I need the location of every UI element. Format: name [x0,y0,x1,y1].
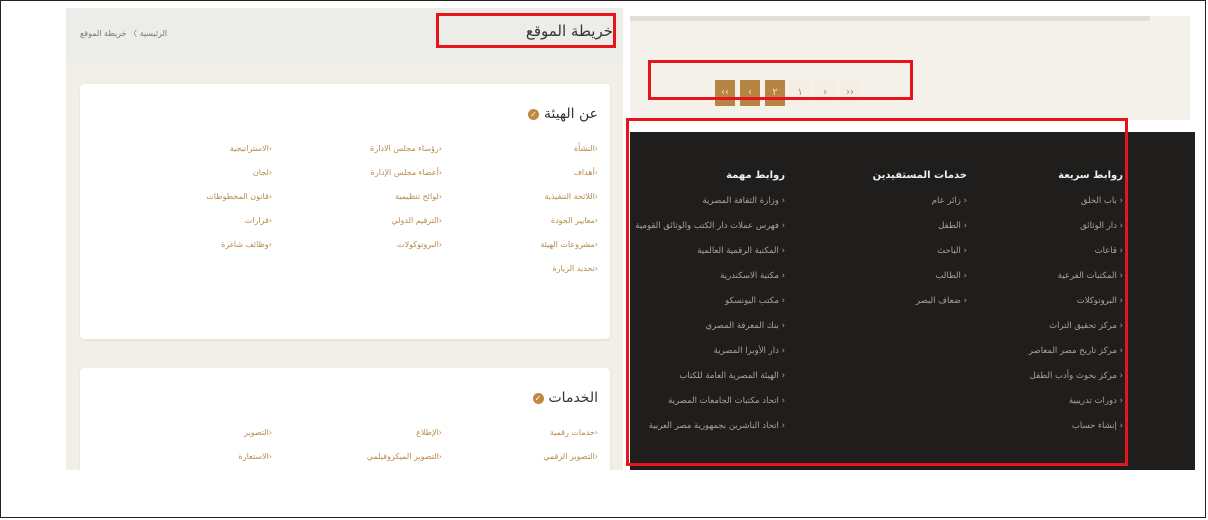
about-link-16[interactable]: ‹وظائف شاغرة [221,240,272,249]
quick-link-3[interactable]: ‹ قاعات [1095,246,1123,256]
quick-link-9[interactable]: ‹ دورات تدريبية [1069,396,1123,406]
quick-link-6[interactable]: ‹ مركز تحقيق التراث [1049,321,1123,331]
important-link-10[interactable]: ‹ اتحاد الناشرين بجمهورية مصر العربية [649,421,785,431]
site-footer: روابط سريعة خدمات المستفيدين روابط مهمة … [630,132,1195,470]
check-icon: ✓ [532,392,544,404]
beneficiary-link-4[interactable]: ‹ الطالب [935,271,967,281]
quick-links-title: روابط سريعة [1058,170,1123,181]
about-link-14[interactable]: ‹قانون المخطوطات [206,192,272,201]
page-2-button[interactable]: ٢ [765,80,785,106]
about-link-13[interactable]: ‹لجان [253,168,272,177]
services-link-6[interactable]: ‹الاستعارة [239,452,272,461]
important-link-1[interactable]: ‹ وزارة الثقافة المصرية [702,196,785,206]
about-link-15[interactable]: ‹قرارات [245,216,272,225]
services-link-3[interactable]: ‹الإطلاع [416,428,442,437]
about-link-11[interactable]: ‹البروتوكولات [397,240,442,249]
important-links-title: روابط مهمة [726,170,785,181]
important-link-3[interactable]: ‹ المكتبة الرقمية العالمية [697,246,785,256]
about-link-4[interactable]: ‹معايير الجودة [551,216,598,225]
important-link-7[interactable]: ‹ دار الأوبرا المصرية [714,346,785,356]
important-link-8[interactable]: ‹ الهيئة المصرية العامة للكتاب [679,371,785,381]
page-1-button[interactable]: ١ [790,80,810,106]
prev-page-button[interactable]: ‹ [740,80,760,106]
about-link-7[interactable]: ‹رؤساء مجلس الادارة [370,144,442,153]
services-link-4[interactable]: ‹التصوير الميكروفيلمي [367,452,442,461]
quick-link-2[interactable]: ‹ دار الوثائق [1080,221,1123,231]
quick-link-7[interactable]: ‹ مركز تاريخ مصر المعاصر [1029,346,1123,356]
important-link-6[interactable]: ‹ بنك المعرفة المصري [706,321,785,331]
quick-link-1[interactable]: ‹ باب الخلق [1081,196,1123,206]
sitemap-panel: خريطة الموقع الرئيسية 〉 خريطة الموقع عن … [66,8,623,470]
important-link-4[interactable]: ‹ مكتبة الاسكندرية [720,271,785,281]
services-link-2[interactable]: ‹التصوير الرقمي [543,452,598,461]
beneficiary-link-1[interactable]: ‹ زائر عام [932,196,967,206]
about-link-3[interactable]: ‹اللائحة التنفيذية [544,192,598,201]
important-link-9[interactable]: ‹ اتحاد مكتبات الجامعات المصرية [668,396,785,406]
beneficiary-link-3[interactable]: ‹ الباحث [937,246,967,256]
about-link-12[interactable]: ‹الاستراتيجية [230,144,272,153]
beneficiary-link-2[interactable]: ‹ الطفل [938,221,967,231]
quick-link-8[interactable]: ‹ مركز بحوث وأدب الطفل [1030,371,1123,381]
pagination-area: ‹‹ ‹ ٢ ١ › ›› [630,16,1190,120]
services-title: الخدمات ✓ [532,390,599,406]
beneficiaries-title: خدمات المستفيدين [872,170,967,181]
about-link-6[interactable]: ‹تحديد الزيارة [552,264,598,273]
next-page-button[interactable]: › [815,80,835,106]
page-title: خريطة الموقع [525,22,613,40]
important-link-2[interactable]: ‹ فهرس عملات دار الكتب والوثائق القومية [635,221,785,231]
important-link-5[interactable]: ‹ مكتب اليونسكو [725,296,785,306]
services-link-5[interactable]: ‹التصوير [244,428,272,437]
quick-link-5[interactable]: ‹ البروتوكلات [1077,296,1123,306]
beneficiary-link-5[interactable]: ‹ ضعاف البصر [916,296,967,306]
quick-link-4[interactable]: ‹ المكتبات الفرعية [1058,271,1123,281]
services-card: الخدمات ✓ ‹خدمات رقمية ‹التصوير الرقمي ‹… [80,368,610,470]
about-link-8[interactable]: ‹أعضاء مجلس الإدارة [371,168,442,177]
services-link-1[interactable]: ‹خدمات رقمية [550,428,598,437]
divider [630,16,1150,21]
about-link-2[interactable]: ‹أهداف [574,168,598,177]
about-title: عن الهيئة ✓ [527,106,598,122]
about-link-10[interactable]: ‹الترقيم الدولي [391,216,442,225]
about-link-5[interactable]: ‹مشروعات الهيئة [540,240,598,249]
about-link-9[interactable]: ‹لوائح تنظيمية [395,192,442,201]
about-card: عن الهيئة ✓ ‹النشأة ‹أهداف ‹اللائحة التن… [80,84,610,339]
check-icon: ✓ [527,108,539,120]
page-header: خريطة الموقع الرئيسية 〉 خريطة الموقع [66,8,623,63]
quick-link-10[interactable]: ‹ إنشاء حساب [1072,421,1123,431]
last-page-button[interactable]: ›› [840,80,860,106]
about-title-text: عن الهيئة [543,106,598,122]
breadcrumb[interactable]: الرئيسية 〉 خريطة الموقع [80,28,167,39]
first-page-button[interactable]: ‹‹ [715,80,735,106]
about-link-1[interactable]: ‹النشأة [574,144,598,153]
services-title-text: الخدمات [548,390,599,406]
